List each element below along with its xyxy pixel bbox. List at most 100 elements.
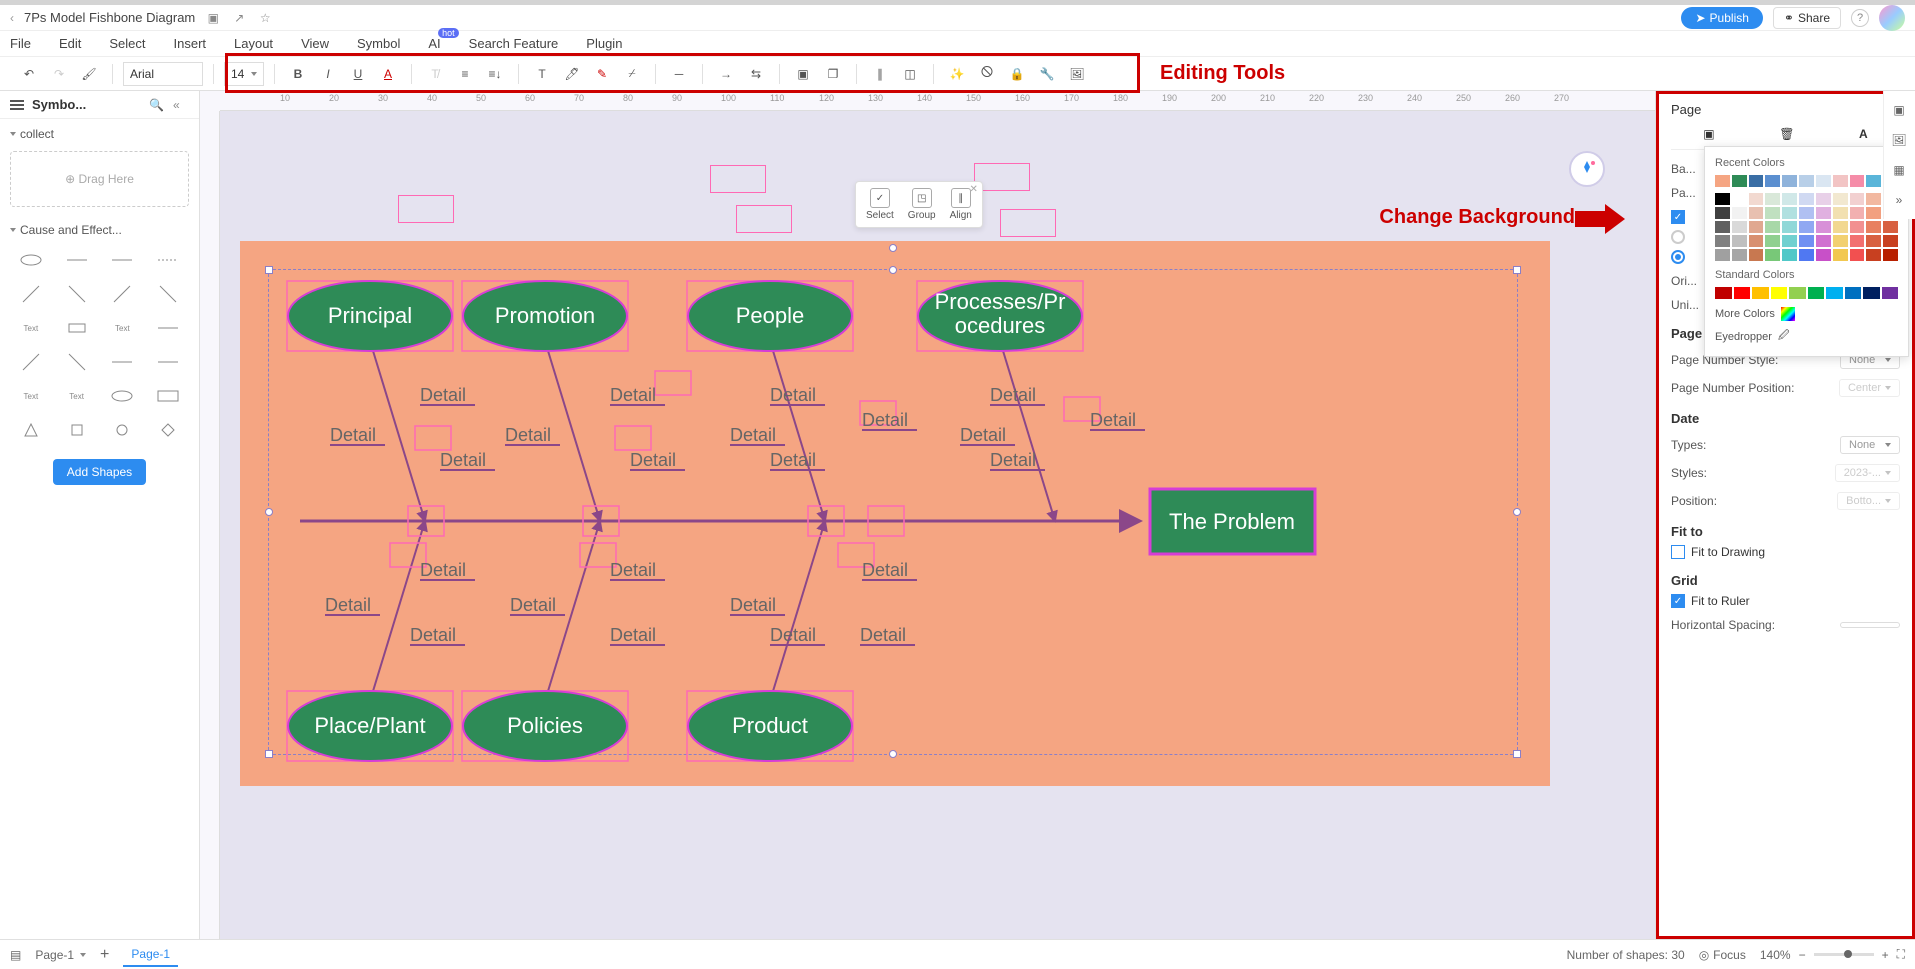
- empty-shape[interactable]: [736, 205, 792, 233]
- drag-here-area[interactable]: ⊕ Drag Here: [10, 151, 189, 207]
- color-swatch[interactable]: [1715, 287, 1732, 299]
- color-swatch[interactable]: [1789, 287, 1806, 299]
- font-color-icon[interactable]: A: [375, 61, 401, 87]
- color-swatch[interactable]: [1752, 287, 1769, 299]
- shape-diag3[interactable]: [102, 279, 144, 309]
- color-swatch[interactable]: [1866, 235, 1881, 247]
- align-left-icon[interactable]: ≡: [452, 61, 478, 87]
- shape-text3[interactable]: Text: [10, 381, 52, 411]
- color-swatch[interactable]: [1850, 175, 1865, 187]
- color-swatch[interactable]: [1863, 287, 1880, 299]
- empty-shape[interactable]: [710, 165, 766, 193]
- color-swatch[interactable]: [1866, 193, 1881, 205]
- zoom-in-icon[interactable]: +: [1882, 948, 1889, 962]
- shape-line2[interactable]: [102, 245, 144, 275]
- color-swatch[interactable]: [1816, 249, 1831, 261]
- page-tab[interactable]: Page-1: [123, 943, 178, 967]
- color-swatch[interactable]: [1816, 175, 1831, 187]
- shape-line5[interactable]: [147, 347, 189, 377]
- font-size-select[interactable]: 14: [224, 62, 264, 86]
- clear-format-icon[interactable]: T̸: [422, 61, 448, 87]
- menu-plugin[interactable]: Plugin: [586, 36, 622, 51]
- color-swatch[interactable]: [1732, 175, 1747, 187]
- open-external-icon[interactable]: ↗: [231, 10, 247, 26]
- color-swatch[interactable]: [1749, 235, 1764, 247]
- color-swatch[interactable]: [1799, 249, 1814, 261]
- color-swatch[interactable]: [1799, 235, 1814, 247]
- color-swatch[interactable]: [1799, 207, 1814, 219]
- color-swatch[interactable]: [1866, 207, 1881, 219]
- undo-icon[interactable]: ↶: [16, 61, 42, 87]
- text-tool-icon[interactable]: T: [529, 61, 555, 87]
- color-swatch[interactable]: [1765, 207, 1780, 219]
- color-swatch[interactable]: [1715, 221, 1730, 233]
- color-swatch[interactable]: [1833, 193, 1848, 205]
- frame-icon[interactable]: ▣: [790, 61, 816, 87]
- color-swatch[interactable]: [1715, 207, 1730, 219]
- collapse-strip-icon[interactable]: »: [1888, 189, 1910, 211]
- collapse-icon[interactable]: «: [173, 98, 189, 112]
- shape-rect-sm[interactable]: [56, 313, 98, 343]
- shape-square-sm[interactable]: [56, 415, 98, 445]
- shape-text2[interactable]: Text: [102, 313, 144, 343]
- color-swatch[interactable]: [1882, 287, 1899, 299]
- color-swatch[interactable]: [1808, 287, 1825, 299]
- redo-icon[interactable]: ↷: [46, 61, 72, 87]
- menu-select[interactable]: Select: [109, 36, 145, 51]
- fit-to-drawing[interactable]: Fit to Drawing: [1671, 545, 1900, 559]
- fit-to-ruler[interactable]: ✓Fit to Ruler: [1671, 594, 1900, 608]
- back-icon[interactable]: ‹: [10, 11, 14, 25]
- bold-icon[interactable]: B: [285, 61, 311, 87]
- color-swatch[interactable]: [1833, 221, 1848, 233]
- color-swatch[interactable]: [1833, 235, 1848, 247]
- color-swatch[interactable]: [1749, 221, 1764, 233]
- color-swatch[interactable]: [1782, 221, 1797, 233]
- menu-search-feature[interactable]: Search Feature: [469, 36, 559, 51]
- shape-diag5[interactable]: [10, 347, 52, 377]
- color-swatch[interactable]: [1765, 249, 1780, 261]
- lock-icon[interactable]: 🔒: [1004, 61, 1030, 87]
- empty-shape[interactable]: [398, 195, 454, 223]
- menu-symbol[interactable]: Symbol: [357, 36, 400, 51]
- color-swatch[interactable]: [1833, 175, 1848, 187]
- fill-strip-icon[interactable]: ▣: [1888, 99, 1910, 121]
- canvas-area[interactable]: 1020304050607080901001101201301401501601…: [200, 91, 1655, 939]
- color-swatch[interactable]: [1749, 193, 1764, 205]
- shape-diag2[interactable]: [56, 279, 98, 309]
- color-swatch[interactable]: [1749, 207, 1764, 219]
- color-swatch[interactable]: [1866, 175, 1881, 187]
- shape-line[interactable]: [56, 245, 98, 275]
- shape-dashed[interactable]: [147, 245, 189, 275]
- color-swatch[interactable]: [1826, 287, 1843, 299]
- ai-tool-icon[interactable]: ✨: [944, 61, 970, 87]
- date-pos-select[interactable]: Botto...: [1837, 492, 1900, 510]
- line-ends-icon[interactable]: ⇆: [743, 61, 769, 87]
- distribute-icon[interactable]: ◫: [897, 61, 923, 87]
- color-swatch[interactable]: [1782, 207, 1797, 219]
- color-swatch[interactable]: [1883, 235, 1898, 247]
- menu-view[interactable]: View: [301, 36, 329, 51]
- line-spacing-icon[interactable]: ≡↓: [482, 61, 508, 87]
- layers-icon[interactable]: ❐: [820, 61, 846, 87]
- fill-color-icon[interactable]: 🖊: [559, 61, 585, 87]
- color-swatch[interactable]: [1765, 221, 1780, 233]
- color-swatch[interactable]: [1765, 193, 1780, 205]
- collect-section[interactable]: collect: [10, 127, 189, 141]
- arrow-style-icon[interactable]: →: [713, 61, 739, 87]
- color-swatch[interactable]: [1715, 235, 1730, 247]
- star-icon[interactable]: ☆: [257, 10, 273, 26]
- zoom-value[interactable]: 140%: [1760, 948, 1791, 962]
- h-spacing-input[interactable]: [1840, 622, 1900, 628]
- color-swatch[interactable]: [1845, 287, 1862, 299]
- add-shapes-button[interactable]: Add Shapes: [53, 459, 146, 485]
- avatar[interactable]: [1879, 5, 1905, 31]
- shape-line3[interactable]: [147, 313, 189, 343]
- fill-tab-icon[interactable]: ▣: [1703, 127, 1714, 141]
- more-colors-button[interactable]: More Colors: [1715, 307, 1898, 321]
- shape-diamond[interactable]: [147, 415, 189, 445]
- connector-icon[interactable]: ⌿: [619, 61, 645, 87]
- color-swatch[interactable]: [1833, 207, 1848, 219]
- color-swatch[interactable]: [1816, 235, 1831, 247]
- grid-strip-icon[interactable]: ▦: [1888, 159, 1910, 181]
- menu-file[interactable]: File: [10, 36, 31, 51]
